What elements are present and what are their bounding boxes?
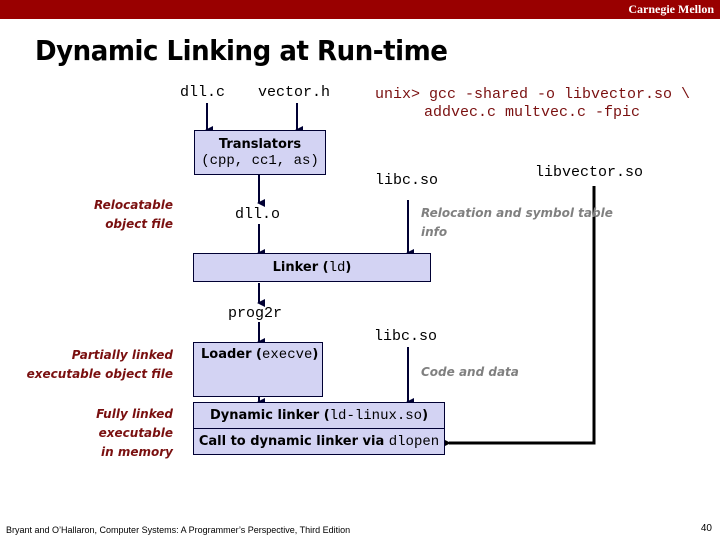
- note-fully-line2: executable: [98, 426, 173, 440]
- note-relocation-line1: Relocation and symbol table: [421, 206, 613, 220]
- translators-box: Translators (cpp, cc1, as): [194, 130, 326, 175]
- loader-code: execve: [262, 347, 313, 363]
- note-relocation-line2: info: [421, 225, 448, 239]
- dlopen-label: Call to dynamic linker via: [198, 434, 389, 449]
- note-fully-line1: Fully linked: [96, 407, 173, 421]
- note-partially-linked: Partially linked executable object file: [20, 346, 173, 384]
- file-libvector-so: libvector.so: [535, 164, 644, 181]
- note-relocatable-line1: Relocatable: [93, 198, 173, 212]
- dynlinker-code: ld-linux.so: [329, 408, 423, 424]
- loader-box: Loader (execve): [193, 342, 323, 397]
- footer-citation: Bryant and O’Hallaron, Computer Systems:…: [6, 525, 351, 535]
- loader-label: Loader (: [201, 347, 262, 362]
- loader-close: ): [312, 347, 319, 362]
- note-relocation-info: Relocation and symbol table info: [421, 204, 641, 242]
- note-partial-line2: executable object file: [26, 367, 173, 381]
- note-relocatable-line2: object file: [105, 217, 173, 231]
- linker-code: ld: [328, 260, 346, 276]
- dynamic-linker-box: Dynamic linker (ld-linux.so): [193, 402, 445, 429]
- dlopen-box: Call to dynamic linker via dlopen: [193, 428, 445, 455]
- page-number: 40: [700, 523, 712, 534]
- file-libc-so-bottom: libc.so: [374, 328, 438, 345]
- file-prog2r: prog2r: [228, 305, 283, 322]
- note-partial-line1: Partially linked: [71, 348, 173, 362]
- linker-box: Linker (ld): [193, 253, 431, 282]
- file-vector-h: vector.h: [258, 84, 331, 101]
- linker-label: Linker (: [272, 260, 329, 275]
- file-dll-o: dll.o: [235, 206, 281, 223]
- command-line-1: unix> gcc -shared -o libvector.so \: [375, 86, 691, 103]
- dynlinker-close: ): [422, 408, 429, 423]
- note-fully-line3: in memory: [101, 445, 173, 459]
- dynlinker-label: Dynamic linker (: [209, 408, 330, 423]
- translators-label: Translators: [218, 137, 302, 152]
- note-code-and-data: Code and data: [421, 365, 519, 379]
- translators-tools: (cpp, cc1, as): [201, 153, 319, 169]
- file-libc-so-top: libc.so: [375, 172, 439, 189]
- note-fully-linked: Fully linked executable in memory: [40, 405, 173, 462]
- file-dll-c: dll.c: [180, 84, 226, 101]
- linker-close: ): [345, 260, 352, 275]
- note-relocatable: Relocatable object file: [60, 196, 173, 234]
- dlopen-code: dlopen: [388, 434, 440, 450]
- command-line-2: addvec.c multvec.c -fpic: [424, 104, 641, 121]
